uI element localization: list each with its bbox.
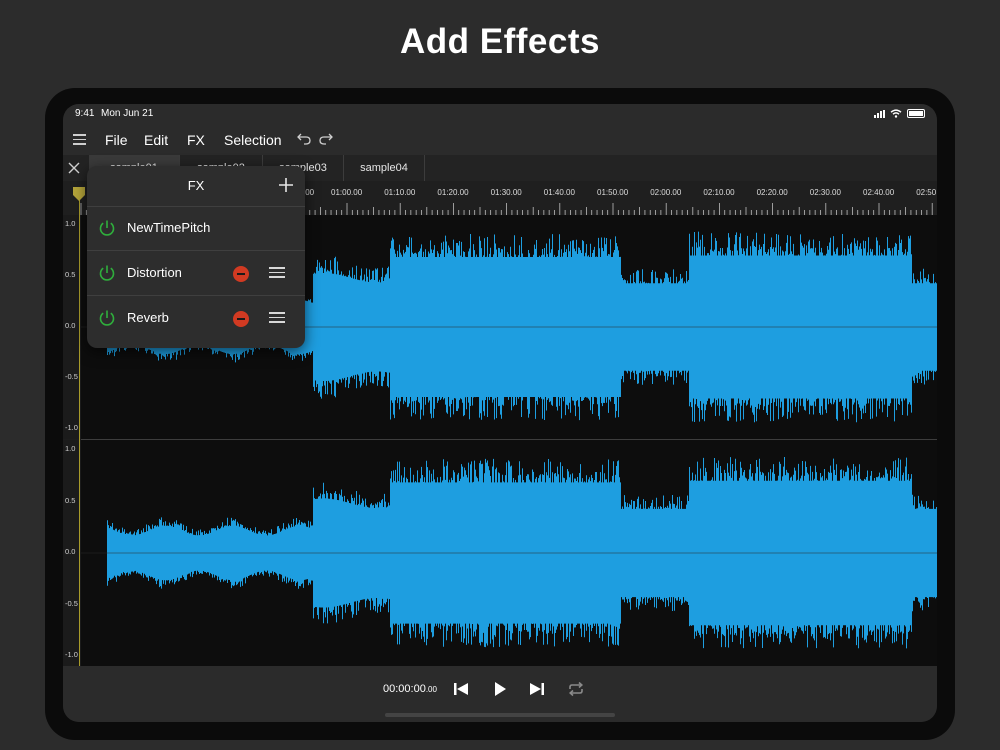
- play-icon[interactable]: [491, 680, 509, 698]
- playhead-marker-icon[interactable]: [73, 187, 85, 201]
- ruler-label: 02:30.00: [810, 188, 842, 197]
- ruler-label: 02:00.00: [650, 188, 682, 197]
- battery-icon: [907, 109, 925, 118]
- amplitude-tick-label: -1.0: [65, 423, 78, 432]
- fx-panel-title: FX: [187, 178, 205, 193]
- ruler-label: 01:50.00: [597, 188, 629, 197]
- menu-edit[interactable]: Edit: [144, 132, 168, 148]
- fx-row-newtimepitch[interactable]: NewTimePitch: [87, 206, 305, 251]
- amplitude-tick-label: -0.5: [65, 372, 78, 381]
- ruler-label: 01:40.00: [544, 188, 576, 197]
- remove-effect-icon[interactable]: [233, 266, 249, 282]
- undo-icon[interactable]: [297, 131, 311, 145]
- playback-time-fraction: .00: [425, 685, 437, 694]
- home-indicator: [385, 713, 615, 717]
- amplitude-tick-label: 0.5: [65, 270, 76, 279]
- reorder-handle-icon[interactable]: [269, 267, 285, 279]
- ruler-label: 02:50.00: [916, 188, 937, 197]
- status-time: 9:41: [75, 108, 95, 119]
- redo-icon[interactable]: [319, 131, 333, 145]
- ruler-label: 01:30.00: [491, 188, 523, 197]
- skip-to-start-icon[interactable]: [452, 680, 470, 698]
- loop-icon[interactable]: [567, 680, 585, 698]
- amplitude-tick-label: 1.0: [65, 444, 76, 453]
- amplitude-tick-label: 1.0: [65, 219, 76, 228]
- ruler-label: 01:20.00: [437, 188, 469, 197]
- waveform-bars: [107, 457, 937, 649]
- ruler-label: 02:40.00: [863, 188, 895, 197]
- app-screen: 9:41 Mon Jun 21 File Edit FX Selection s…: [63, 104, 937, 722]
- fx-name: Distortion: [127, 265, 182, 280]
- power-icon[interactable]: [98, 219, 116, 237]
- status-date: Mon Jun 21: [101, 108, 154, 119]
- add-effect-icon[interactable]: [278, 177, 294, 193]
- menu-fx[interactable]: FX: [187, 132, 205, 148]
- ruler-label: 01:00.00: [331, 188, 363, 197]
- menu-file[interactable]: File: [105, 132, 128, 148]
- tab-label: sample04: [360, 162, 408, 174]
- reorder-handle-icon[interactable]: [269, 312, 285, 324]
- amplitude-tick-label: -1.0: [65, 650, 78, 659]
- transport-bar: 00:00:00.00: [63, 666, 937, 722]
- menu-bar: File Edit FX Selection: [63, 124, 937, 156]
- fx-name: NewTimePitch: [127, 220, 211, 235]
- fx-panel: FX NewTimePitch Distortion Reverb: [87, 166, 305, 348]
- skip-to-end-icon[interactable]: [528, 680, 546, 698]
- ruler-label: 01:10.00: [384, 188, 416, 197]
- hamburger-menu-icon[interactable]: [73, 134, 86, 145]
- cellular-signal-icon: [874, 109, 885, 118]
- amplitude-tick-label: -0.5: [65, 598, 78, 608]
- amplitude-tick-label: 0.5: [65, 495, 76, 505]
- power-icon[interactable]: [98, 264, 116, 282]
- waveform-right-channel[interactable]: [81, 440, 937, 666]
- ruler-label: 02:10.00: [703, 188, 735, 197]
- playback-time: 00:00:00.00: [383, 683, 437, 695]
- close-icon[interactable]: [67, 161, 81, 175]
- playhead-line: [79, 200, 80, 666]
- wifi-icon: [890, 109, 902, 118]
- fx-name: Reverb: [127, 310, 169, 325]
- headline: Add Effects: [400, 22, 600, 61]
- playback-time-main: 00:00:00: [383, 683, 426, 695]
- amplitude-tick-label: 0.0: [65, 547, 76, 556]
- menu-selection[interactable]: Selection: [224, 132, 282, 148]
- status-icons: [874, 109, 925, 118]
- remove-effect-icon[interactable]: [233, 311, 249, 327]
- amplitude-tick-label: 0.0: [65, 321, 76, 330]
- fx-row-distortion[interactable]: Distortion: [87, 251, 305, 296]
- ruler-label: 02:20.00: [757, 188, 789, 197]
- fx-panel-header: FX: [87, 166, 305, 207]
- status-bar: 9:41 Mon Jun 21: [63, 104, 937, 124]
- power-icon[interactable]: [98, 309, 116, 327]
- tab-sample04[interactable]: sample04: [344, 155, 425, 181]
- fx-row-reverb[interactable]: Reverb: [87, 296, 305, 340]
